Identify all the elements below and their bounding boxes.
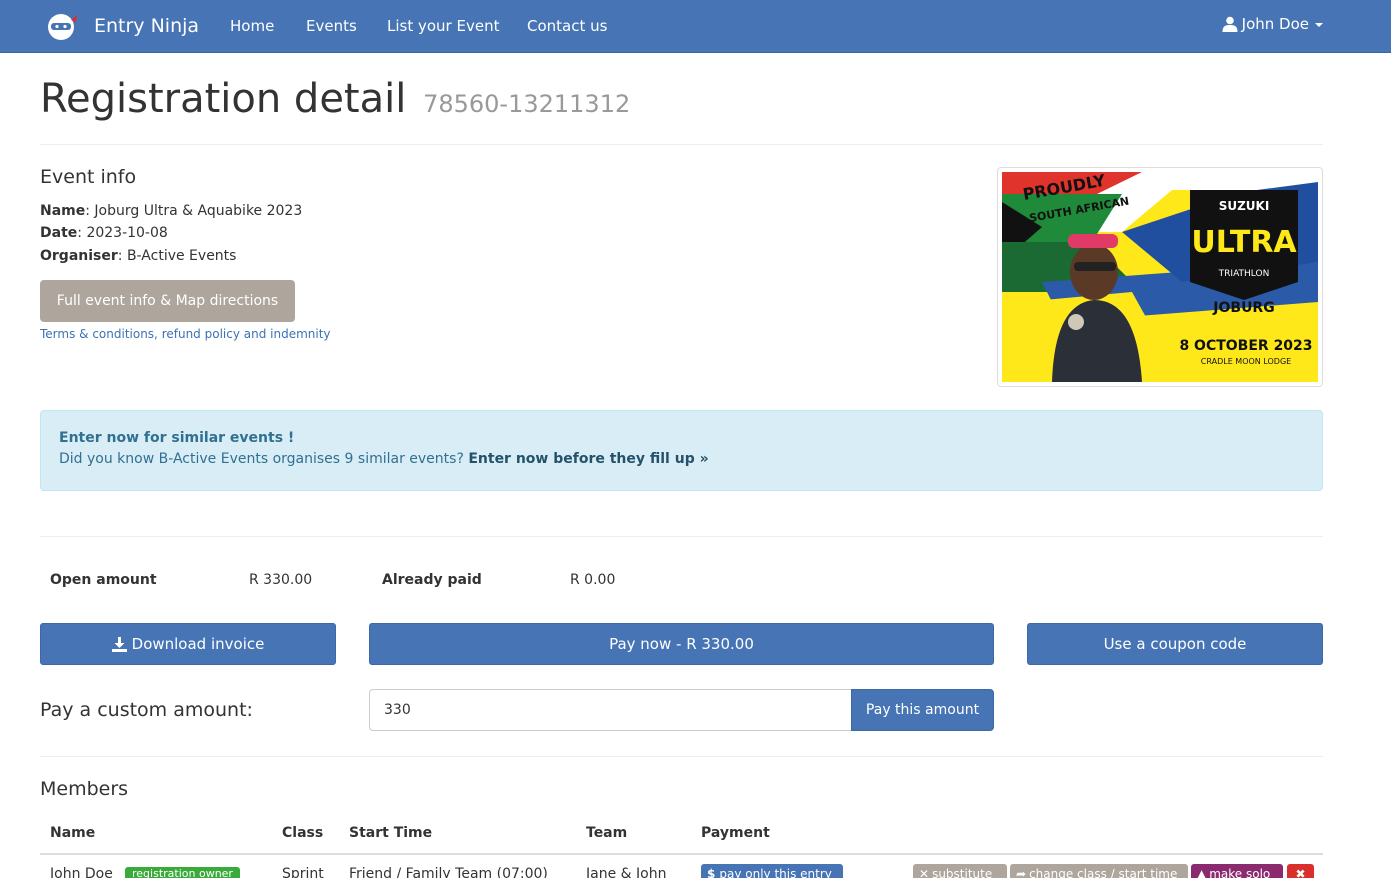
event-date-row: Date: 2023-10-08 xyxy=(40,225,168,241)
event-name-label: Name xyxy=(40,203,86,219)
alert-text-row: Did you know B-Active Events organises 9… xyxy=(59,451,1304,467)
poster-joburg: JOBURG xyxy=(1212,300,1274,316)
member-class: Sprint xyxy=(282,866,324,878)
change-class-label: change class / start time xyxy=(1029,867,1178,878)
already-paid-label: Already paid xyxy=(382,572,482,588)
divider xyxy=(40,144,1323,145)
enter-now-link[interactable]: Enter now before they fill up » xyxy=(468,451,708,467)
dollar-icon: $ xyxy=(707,867,716,878)
arrow-up-icon: ▲ xyxy=(1197,867,1207,878)
member-name: John Doe xyxy=(50,866,113,878)
nav-contact-us[interactable]: Contact us xyxy=(527,17,607,35)
poster-date: 8 OCTOBER 2023 xyxy=(1179,338,1312,354)
share-icon: ➦ xyxy=(1016,867,1027,878)
pay-now-button[interactable]: Pay now - R 330.00 xyxy=(369,623,994,665)
event-organiser: B-Active Events xyxy=(126,248,237,264)
terms-link[interactable]: Terms & conditions, refund policy and in… xyxy=(40,327,331,341)
brand[interactable]: Entry Ninja xyxy=(46,10,199,42)
make-solo-button[interactable]: ▲ make solo xyxy=(1191,864,1283,878)
open-amount-value: R 330.00 xyxy=(249,572,313,588)
divider xyxy=(40,756,1323,757)
event-organiser-label: Organiser xyxy=(40,248,118,264)
nav-home[interactable]: Home xyxy=(230,17,274,35)
download-invoice-button[interactable]: Download invoice xyxy=(40,623,336,665)
divider xyxy=(40,536,1323,537)
user-menu[interactable]: John Doe xyxy=(1222,15,1323,33)
remove-member-button[interactable]: ✖ xyxy=(1287,864,1314,878)
event-info-heading: Event info xyxy=(40,166,137,188)
column-header-name: Name xyxy=(50,825,96,841)
alert-title: Enter now for similar events ! xyxy=(59,430,295,446)
close-icon: ✖ xyxy=(1295,867,1306,878)
open-amount-label: Open amount xyxy=(50,572,157,588)
poster-triathlon: TRIATHLON xyxy=(1218,269,1270,279)
event-date-label: Date xyxy=(40,225,78,241)
ninja-logo-icon xyxy=(48,14,77,40)
custom-amount-label: Pay a custom amount: xyxy=(40,699,253,721)
column-header-team: Team xyxy=(586,825,628,841)
member-team: Jane & John xyxy=(586,866,667,878)
registration-owner-badge: registration owner xyxy=(125,867,240,878)
column-header-payment: Payment xyxy=(701,825,770,841)
event-name: Joburg Ultra & Aquabike 2023 xyxy=(94,203,303,219)
pay-only-label: pay only this entry xyxy=(719,867,832,878)
chevron-down-icon xyxy=(1315,23,1323,27)
event-poster-image: PROUDLY SOUTH AFRICAN SUZUKI ULTRA TRIAT… xyxy=(1002,172,1318,382)
page-title: Registration detail 78560-13211312 xyxy=(40,76,630,122)
poster-venue: CRADLE MOON LODGE xyxy=(1201,357,1291,366)
similar-events-alert: Enter now for similar events ! Did you k… xyxy=(40,410,1323,491)
shuffle-icon: ✕ xyxy=(919,867,930,878)
user-icon xyxy=(1222,16,1238,32)
table-header-divider xyxy=(40,853,1323,855)
top-navbar: Entry Ninja Home Events List your Event … xyxy=(0,0,1391,53)
poster-sponsor: SUZUKI xyxy=(1219,199,1270,213)
member-start-time: Friend / Family Team (07:00) xyxy=(349,866,548,878)
poster-logo: ULTRA xyxy=(1191,225,1297,260)
change-class-button[interactable]: ➦ change class / start time xyxy=(1010,864,1188,878)
column-header-class: Class xyxy=(282,825,324,841)
substitute-label: substitute xyxy=(932,867,993,878)
nav-list-your-event[interactable]: List your Event xyxy=(387,17,499,35)
custom-amount-input[interactable] xyxy=(369,689,852,731)
brand-name[interactable]: Entry Ninja xyxy=(94,15,199,37)
make-solo-label: make solo xyxy=(1209,867,1271,878)
event-date: 2023-10-08 xyxy=(86,225,168,241)
download-icon xyxy=(111,636,127,652)
page-title-text: Registration detail xyxy=(40,76,407,122)
registration-reference: 78560-13211312 xyxy=(423,90,631,118)
substitute-button[interactable]: ✕ substitute xyxy=(913,864,1007,878)
full-event-info-button[interactable]: Full event info & Map directions xyxy=(40,280,295,322)
event-name-row: Name: Joburg Ultra & Aquabike 2023 xyxy=(40,203,303,219)
use-coupon-button[interactable]: Use a coupon code xyxy=(1027,623,1323,665)
event-organiser-row: Organiser: B-Active Events xyxy=(40,248,237,264)
column-header-start-time: Start Time xyxy=(349,825,433,841)
members-heading: Members xyxy=(40,778,129,800)
pay-only-this-entry-button[interactable]: $ pay only this entry xyxy=(701,864,843,878)
nav-events[interactable]: Events xyxy=(306,17,357,35)
alert-text: Did you know B-Active Events organises 9… xyxy=(59,451,464,467)
already-paid-value: R 0.00 xyxy=(570,572,616,588)
user-name[interactable]: John Doe xyxy=(1242,15,1309,33)
pay-this-amount-button[interactable]: Pay this amount xyxy=(851,689,994,731)
download-invoice-label: Download invoice xyxy=(131,635,265,653)
event-poster[interactable]: PROUDLY SOUTH AFRICAN SUZUKI ULTRA TRIAT… xyxy=(997,167,1323,387)
